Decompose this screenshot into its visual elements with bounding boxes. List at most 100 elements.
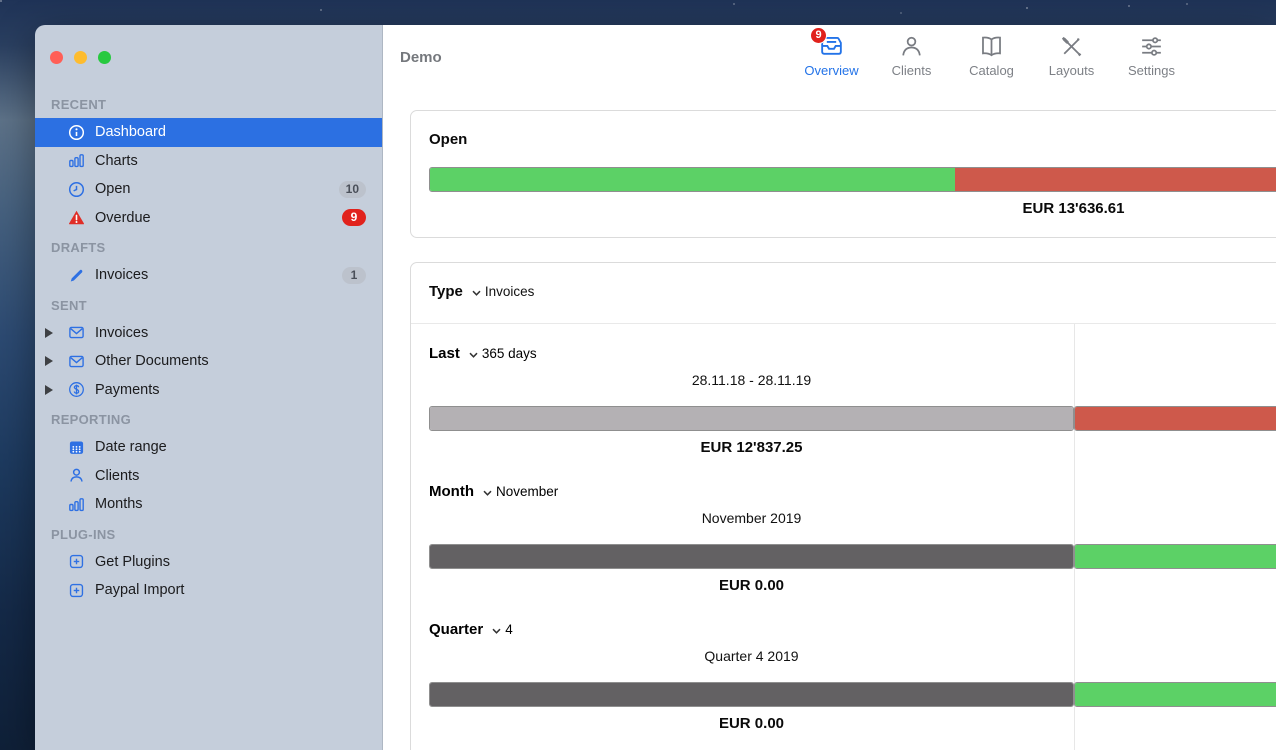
month-dropdown-value: November	[496, 484, 558, 499]
sidebar-item-sent-invoices[interactable]: Invoices	[35, 319, 382, 348]
disclosure-triangle-icon[interactable]	[45, 385, 53, 395]
last-period-bar	[429, 406, 1074, 431]
dollar-icon	[68, 381, 85, 398]
sidebar-item-label: Charts	[95, 153, 138, 169]
sidebar-item-charts[interactable]: Charts	[35, 147, 382, 176]
toolbar-catalog-button[interactable]: Catalog	[958, 30, 1025, 78]
month-dropdown[interactable]: Month November	[429, 483, 558, 500]
chevron-down-icon	[492, 628, 501, 634]
sidebar-item-dashboard[interactable]: Dashboard	[35, 118, 382, 147]
month-dropdown-label: Month	[429, 483, 474, 500]
toolbar-label: Settings	[1128, 63, 1175, 78]
quarter-bar-segment	[430, 683, 1073, 706]
open-summary-card: Open EUR 13'636.61	[410, 110, 1276, 238]
quarter-compare-segment	[1075, 683, 1276, 706]
sidebar-list: RECENT Dashboard Charts	[35, 96, 382, 605]
month-period-compare-bar	[1074, 544, 1276, 569]
sidebar-item-label: Months	[95, 496, 143, 512]
period-amount: EUR 12'837.25	[429, 439, 1074, 456]
toolbar-overview-button[interactable]: 9 Overview	[798, 30, 865, 78]
sidebar-section-sent: SENT	[35, 297, 382, 315]
sidebar-item-clients[interactable]: Clients	[35, 462, 382, 491]
toolbar-label: Layouts	[1049, 63, 1095, 78]
period-amount: EUR 0.00	[429, 715, 1074, 732]
sidebar-item-label: Clients	[95, 468, 139, 484]
type-dropdown[interactable]: Type Invoices	[429, 283, 534, 300]
close-window-button[interactable]	[50, 51, 63, 64]
calendar-icon	[68, 439, 85, 456]
last-dropdown-label: Last	[429, 345, 460, 362]
month-compare-segment	[1075, 545, 1276, 568]
sidebar-item-open[interactable]: Open 10	[35, 175, 382, 204]
envelope-icon	[68, 353, 85, 370]
open-bar-green-segment	[430, 168, 955, 191]
toolbar-label: Catalog	[969, 63, 1014, 78]
page-title: Demo	[400, 49, 442, 66]
sidebar-item-label: Invoices	[95, 325, 148, 341]
last-dropdown-value: 365 days	[482, 346, 537, 361]
open-bar-red-segment	[955, 168, 1276, 191]
sidebar-item-label: Open	[95, 181, 130, 197]
pencil-icon	[68, 267, 85, 284]
sidebar-item-label: Invoices	[95, 267, 148, 283]
sidebar-item-date-range[interactable]: Date range	[35, 433, 382, 462]
type-report-card: Type Invoices Last 365 days 28.11.18 - 2…	[410, 262, 1276, 750]
sidebar: RECENT Dashboard Charts	[35, 25, 383, 750]
period-label: November 2019	[429, 510, 1074, 526]
sidebar-item-label: Dashboard	[95, 124, 166, 140]
envelope-icon	[68, 324, 85, 341]
open-total-amount: EUR 13'636.61	[429, 200, 1276, 217]
sidebar-section-drafts: DRAFTS	[35, 239, 382, 257]
sidebar-section-plugins: PLUG-INS	[35, 526, 382, 544]
plus-square-icon	[68, 582, 85, 599]
toolbar: 9 Overview Clients Catalog	[798, 30, 1185, 78]
count-badge: 9	[342, 209, 366, 226]
plus-square-icon	[68, 553, 85, 570]
toolbar-layouts-button[interactable]: Layouts	[1038, 30, 1105, 78]
desktop: RECENT Dashboard Charts	[0, 0, 1276, 750]
sidebar-item-paypal-import[interactable]: Paypal Import	[35, 576, 382, 605]
quarter-dropdown-value: 4	[505, 622, 513, 637]
sidebar-section-reporting: REPORTING	[35, 411, 382, 429]
disclosure-triangle-icon[interactable]	[45, 328, 53, 338]
sidebar-item-draft-invoices[interactable]: Invoices 1	[35, 261, 382, 290]
type-dropdown-label: Type	[429, 283, 463, 300]
open-card-title: Open	[429, 131, 467, 148]
count-badge: 10	[339, 181, 366, 198]
book-icon	[978, 30, 1005, 60]
pen-brush-icon	[1058, 30, 1085, 60]
sliders-icon	[1138, 30, 1165, 60]
traffic-lights	[50, 51, 111, 64]
quarter-dropdown[interactable]: Quarter 4	[429, 621, 513, 638]
card-header-divider	[411, 323, 1276, 324]
toolbar-settings-button[interactable]: Settings	[1118, 30, 1185, 78]
app-window: RECENT Dashboard Charts	[35, 25, 1276, 750]
last-bar-segment	[430, 407, 1073, 430]
month-bar-segment	[430, 545, 1073, 568]
tray-icon: 9	[818, 30, 845, 60]
sidebar-item-overdue[interactable]: Overdue 9	[35, 204, 382, 233]
month-period-bar	[429, 544, 1074, 569]
sidebar-item-months[interactable]: Months	[35, 490, 382, 519]
zoom-window-button[interactable]	[98, 51, 111, 64]
sidebar-item-get-plugins[interactable]: Get Plugins	[35, 548, 382, 577]
last-dropdown[interactable]: Last 365 days	[429, 345, 537, 362]
period-label: Quarter 4 2019	[429, 648, 1074, 664]
chevron-down-icon	[469, 352, 478, 358]
period-label: 28.11.18 - 28.11.19	[429, 372, 1074, 388]
sidebar-item-other-documents[interactable]: Other Documents	[35, 347, 382, 376]
sidebar-section-recent: RECENT	[35, 96, 382, 114]
sidebar-item-payments[interactable]: Payments	[35, 376, 382, 405]
minimize-window-button[interactable]	[74, 51, 87, 64]
period-amount: EUR 0.00	[429, 577, 1074, 594]
last-compare-segment	[1075, 407, 1276, 430]
count-badge: 1	[342, 267, 366, 284]
bar-chart-icon	[68, 152, 85, 169]
toolbar-clients-button[interactable]: Clients	[878, 30, 945, 78]
toolbar-label: Overview	[804, 63, 858, 78]
person-icon	[898, 30, 925, 60]
chevron-down-icon	[472, 290, 481, 296]
disclosure-triangle-icon[interactable]	[45, 356, 53, 366]
type-dropdown-value: Invoices	[485, 284, 535, 299]
open-total-bar	[429, 167, 1276, 192]
